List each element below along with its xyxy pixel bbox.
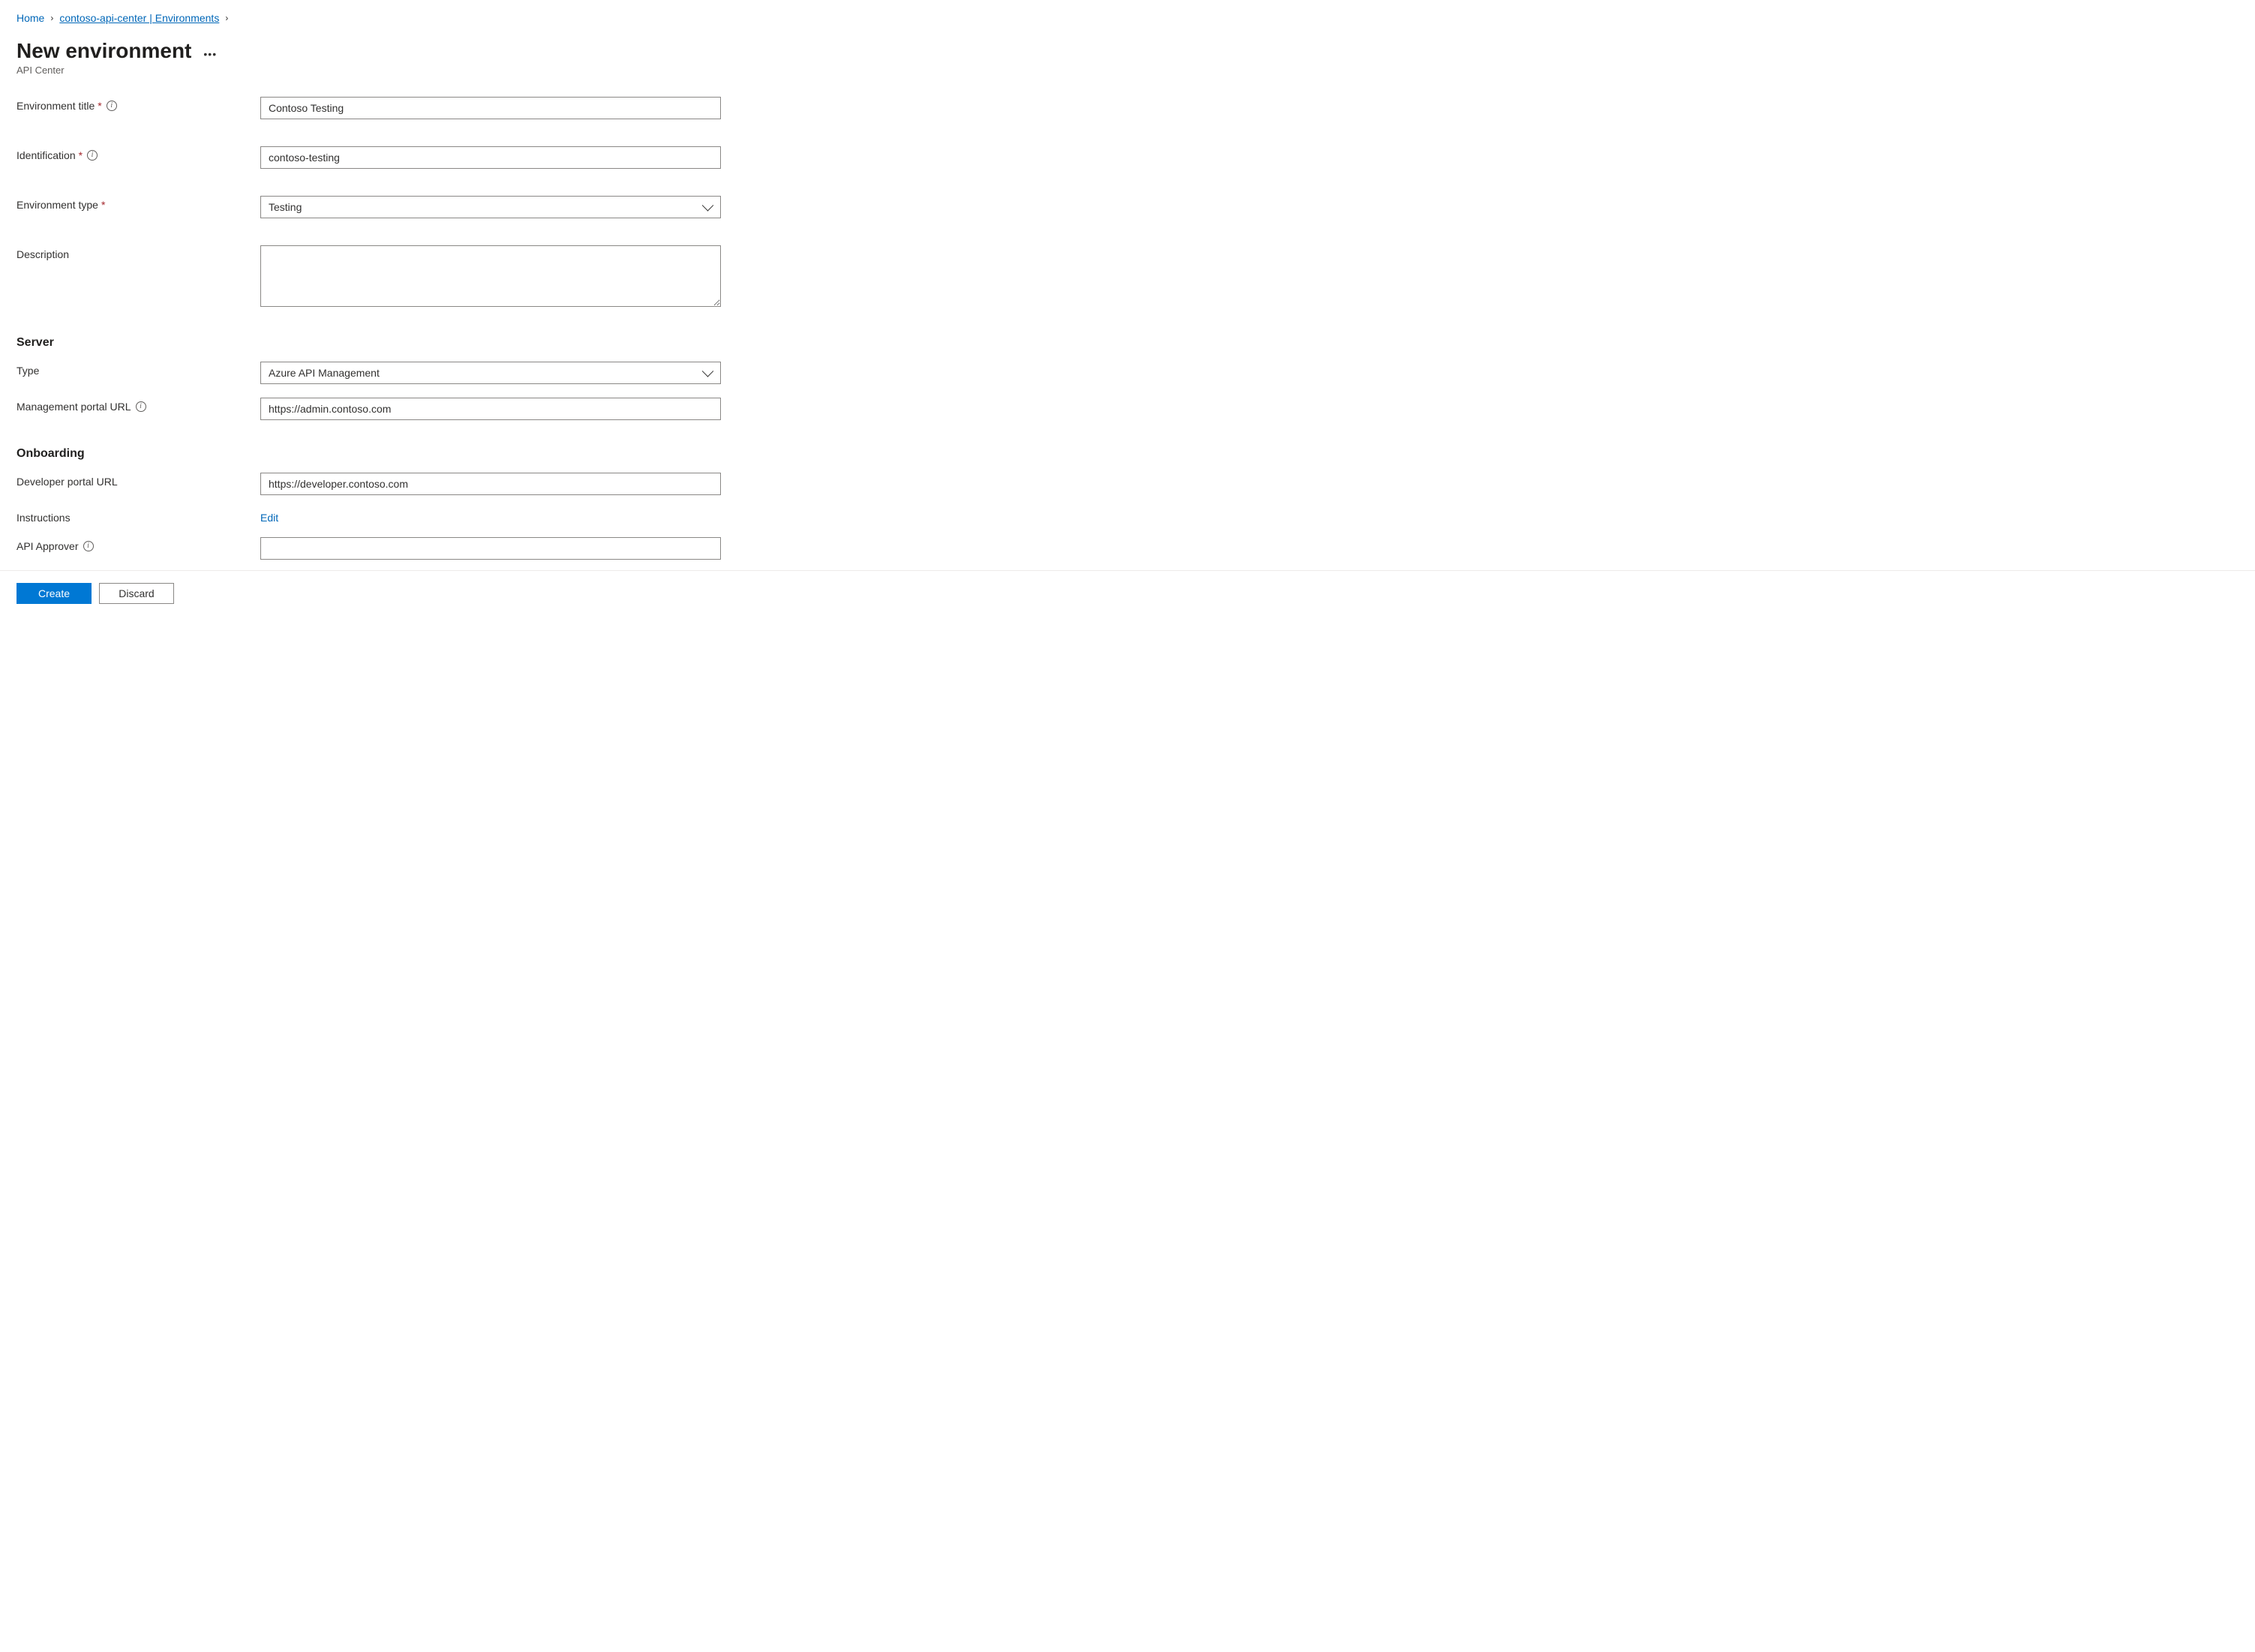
- description-textarea[interactable]: [260, 245, 721, 307]
- breadcrumb-center[interactable]: contoso-api-center | Environments: [59, 12, 219, 24]
- breadcrumb-home[interactable]: Home: [17, 12, 44, 24]
- info-icon[interactable]: i: [87, 150, 98, 161]
- edit-instructions-link[interactable]: Edit: [260, 509, 278, 524]
- info-icon[interactable]: i: [136, 401, 146, 412]
- chevron-right-icon: ›: [50, 13, 53, 23]
- chevron-right-icon: ›: [225, 13, 228, 23]
- discard-button[interactable]: Discard: [99, 583, 174, 604]
- more-icon[interactable]: •••: [203, 42, 217, 60]
- dev-url-input[interactable]: [260, 473, 721, 495]
- footer: Create Discard: [0, 570, 2255, 616]
- label-identification: Identification * i: [17, 146, 260, 161]
- label-description: Description: [17, 245, 260, 260]
- label-instructions: Instructions: [17, 509, 260, 524]
- label-dev-url: Developer portal URL: [17, 473, 260, 488]
- section-header-server: Server: [17, 336, 2238, 350]
- required-indicator: *: [79, 149, 83, 161]
- label-env-title: Environment title * i: [17, 97, 260, 112]
- label-env-type: Environment type *: [17, 196, 260, 211]
- env-title-input[interactable]: [260, 97, 721, 119]
- required-indicator: *: [101, 199, 105, 211]
- info-icon[interactable]: i: [83, 541, 94, 551]
- section-header-onboarding: Onboarding: [17, 447, 2238, 461]
- label-server-type: Type: [17, 362, 260, 377]
- label-mgmt-url: Management portal URL i: [17, 398, 260, 413]
- env-type-select[interactable]: [260, 196, 721, 218]
- page-title: New environment: [17, 39, 191, 63]
- server-type-select[interactable]: [260, 362, 721, 384]
- mgmt-url-input[interactable]: [260, 398, 721, 420]
- label-approver: API Approver i: [17, 537, 260, 552]
- breadcrumb: Home › contoso-api-center | Environments…: [17, 12, 2238, 24]
- approver-input[interactable]: [260, 537, 721, 560]
- identification-input[interactable]: [260, 146, 721, 169]
- required-indicator: *: [98, 100, 101, 112]
- page-subtitle: API Center: [17, 65, 2238, 76]
- info-icon[interactable]: i: [107, 101, 117, 111]
- create-button[interactable]: Create: [17, 583, 92, 604]
